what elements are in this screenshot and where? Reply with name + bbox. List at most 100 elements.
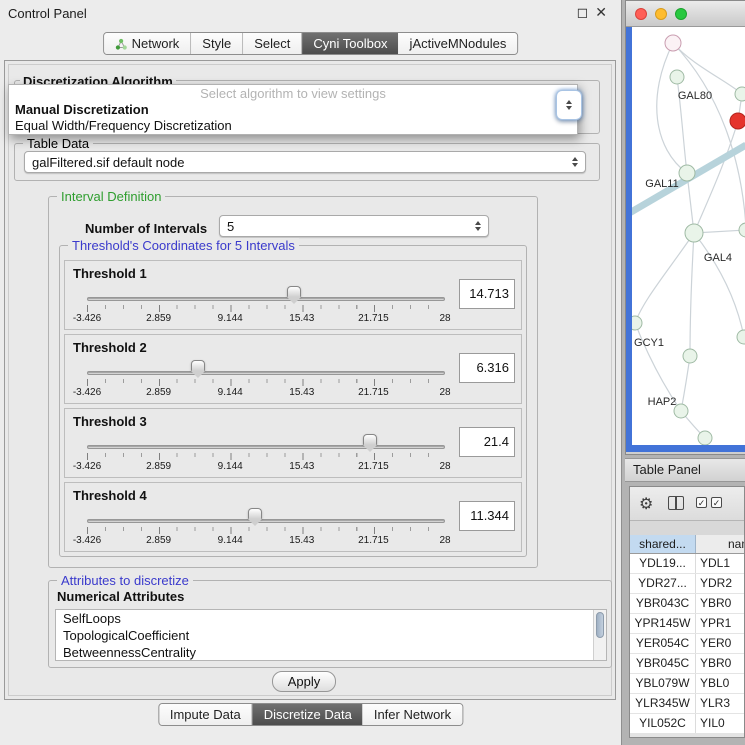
algorithm-option-manual-discretization[interactable]: Manual Discretization	[9, 102, 577, 118]
threshold-value-field[interactable]: 21.4	[459, 427, 515, 457]
number-of-intervals-label: Number of Intervals	[85, 221, 207, 236]
cell-name[interactable]: YBR0	[696, 654, 745, 673]
threshold-slider[interactable]: -3.4262.8599.14415.4321.71528	[87, 431, 445, 475]
network-node-selected[interactable]	[730, 113, 745, 129]
network-node[interactable]	[683, 349, 697, 363]
mac-close-button[interactable]	[635, 8, 647, 20]
cell-name[interactable]: YDL1	[696, 554, 745, 573]
column-header-name[interactable]: name	[696, 535, 745, 553]
checkbox-icon[interactable]: ✓	[711, 497, 722, 508]
node-table-rows: YDL19...YDL1YDR27...YDR2YBR043CYBR0YPR14…	[630, 554, 745, 734]
threshold-slider[interactable]: -3.4262.8599.14415.4321.71528	[87, 357, 445, 401]
tab-label: Style	[202, 36, 231, 51]
number-of-intervals-combobox[interactable]: 5	[219, 215, 489, 237]
network-node[interactable]	[670, 70, 684, 84]
cell-name[interactable]: YBR0	[696, 594, 745, 613]
cell-shared-name[interactable]: YBR043C	[630, 594, 696, 613]
cell-shared-name[interactable]: YDR27...	[630, 574, 696, 593]
slider-track[interactable]	[87, 371, 445, 375]
cell-name[interactable]: YER0	[696, 634, 745, 653]
slider-track[interactable]	[87, 445, 445, 449]
network-canvas[interactable]: GAL80 GAL11 GAL4 GCY1 HAP2	[626, 27, 745, 452]
cell-shared-name[interactable]: YDL19...	[630, 554, 696, 573]
cell-shared-name[interactable]: YPR145W	[630, 614, 696, 633]
network-node[interactable]	[737, 330, 745, 344]
attribute-item[interactable]: SelfLoops	[56, 610, 606, 627]
numerical-attributes-list[interactable]: SelfLoopsTopologicalCoefficientBetweenne…	[55, 609, 607, 661]
cell-name[interactable]: YIL0	[696, 714, 745, 733]
table-row[interactable]: YIL052CYIL0	[630, 714, 745, 734]
threshold-value-field[interactable]: 11.344	[459, 501, 515, 531]
cell-shared-name[interactable]: YER054C	[630, 634, 696, 653]
attribute-item[interactable]: TopologicalCoefficient	[56, 627, 606, 644]
tab-discretize-data[interactable]: Discretize Data	[253, 704, 363, 725]
checkbox-icon[interactable]: ✓	[696, 497, 707, 508]
table-row[interactable]: YBR043CYBR0	[630, 594, 745, 614]
network-node[interactable]	[685, 224, 703, 242]
algorithm-option-equal-width-frequency[interactable]: Equal Width/Frequency Discretization	[9, 118, 577, 134]
threshold-label: Threshold 1	[73, 266, 147, 281]
tick-label: 9.144	[218, 535, 243, 546]
table-data-combobox[interactable]: galFiltered.sif default node	[24, 151, 586, 173]
tab-label: Impute Data	[170, 707, 241, 722]
slider-thumb[interactable]	[363, 434, 377, 445]
cell-name[interactable]: YDR2	[696, 574, 745, 593]
tab-impute-data[interactable]: Impute Data	[159, 704, 253, 725]
table-row[interactable]: YDR27...YDR2	[630, 574, 745, 594]
tab-cyni-toolbox[interactable]: Cyni Toolbox	[302, 33, 398, 54]
tab-label: Select	[254, 36, 290, 51]
slider-thumb[interactable]	[191, 360, 205, 371]
table-row[interactable]: YPR145WYPR1	[630, 614, 745, 634]
cell-shared-name[interactable]: YBL079W	[630, 674, 696, 693]
tick-label: 2.859	[146, 313, 171, 324]
slider-scale: -3.4262.8599.14415.4321.71528	[87, 461, 445, 473]
threshold-slider[interactable]: -3.4262.8599.14415.4321.71528	[87, 283, 445, 327]
float-window-icon[interactable]: ◻	[577, 4, 589, 21]
table-row[interactable]: YLR345WYLR3	[630, 694, 745, 714]
algorithm-combobox-end[interactable]	[556, 90, 582, 120]
table-row[interactable]: YBL079WYBL0	[630, 674, 745, 694]
attribute-item[interactable]: BetweennessCentrality	[56, 644, 606, 661]
tab-jactivemnodules[interactable]: jActiveMNodules	[399, 33, 518, 54]
threshold-label: Threshold 2	[73, 340, 147, 355]
slider-thumb[interactable]	[287, 286, 301, 297]
threshold-value-field[interactable]: 6.316	[459, 353, 515, 383]
scrollbar-thumb[interactable]	[596, 612, 604, 638]
slider-track[interactable]	[87, 519, 445, 523]
cell-name[interactable]: YLR3	[696, 694, 745, 713]
table-row[interactable]: YER054CYER0	[630, 634, 745, 654]
slider-thumb[interactable]	[248, 508, 262, 519]
network-node[interactable]	[632, 316, 642, 330]
slider-scale: -3.4262.8599.14415.4321.71528	[87, 313, 445, 325]
tab-infer-network[interactable]: Infer Network	[363, 704, 462, 725]
network-node[interactable]	[665, 35, 681, 51]
slider-track[interactable]	[87, 297, 445, 301]
mac-zoom-button[interactable]	[675, 8, 687, 20]
list-scrollbar[interactable]	[593, 610, 606, 660]
cell-shared-name[interactable]: YBR045C	[630, 654, 696, 673]
gear-icon[interactable]: ⚙	[639, 494, 653, 514]
cell-shared-name[interactable]: YLR345W	[630, 694, 696, 713]
network-node[interactable]	[735, 87, 745, 101]
network-node[interactable]	[679, 165, 695, 181]
column-selector-icon[interactable]	[668, 496, 684, 510]
table-row[interactable]: YBR045CYBR0	[630, 654, 745, 674]
network-node[interactable]	[739, 223, 745, 237]
column-header-shared-name[interactable]: shared...	[630, 535, 696, 553]
tick-label: 15.43	[289, 387, 314, 398]
threshold-slider[interactable]: -3.4262.8599.14415.4321.71528	[87, 505, 445, 549]
cell-name[interactable]: YPR1	[696, 614, 745, 633]
threshold-value-field[interactable]: 14.713	[459, 279, 515, 309]
close-icon[interactable]: ✕	[595, 4, 607, 21]
cell-name[interactable]: YBL0	[696, 674, 745, 693]
tab-style[interactable]: Style	[191, 33, 243, 54]
network-node[interactable]	[698, 431, 712, 445]
mac-minimize-button[interactable]	[655, 8, 667, 20]
apply-button[interactable]: Apply	[272, 671, 336, 692]
tab-select[interactable]: Select	[243, 33, 302, 54]
tab-network[interactable]: Network	[104, 33, 192, 54]
tick-label: -3.426	[73, 461, 101, 472]
table-row[interactable]: YDL19...YDL1	[630, 554, 745, 574]
table-toolbar: ⚙ ✓ ✓	[630, 487, 744, 521]
cell-shared-name[interactable]: YIL052C	[630, 714, 696, 733]
